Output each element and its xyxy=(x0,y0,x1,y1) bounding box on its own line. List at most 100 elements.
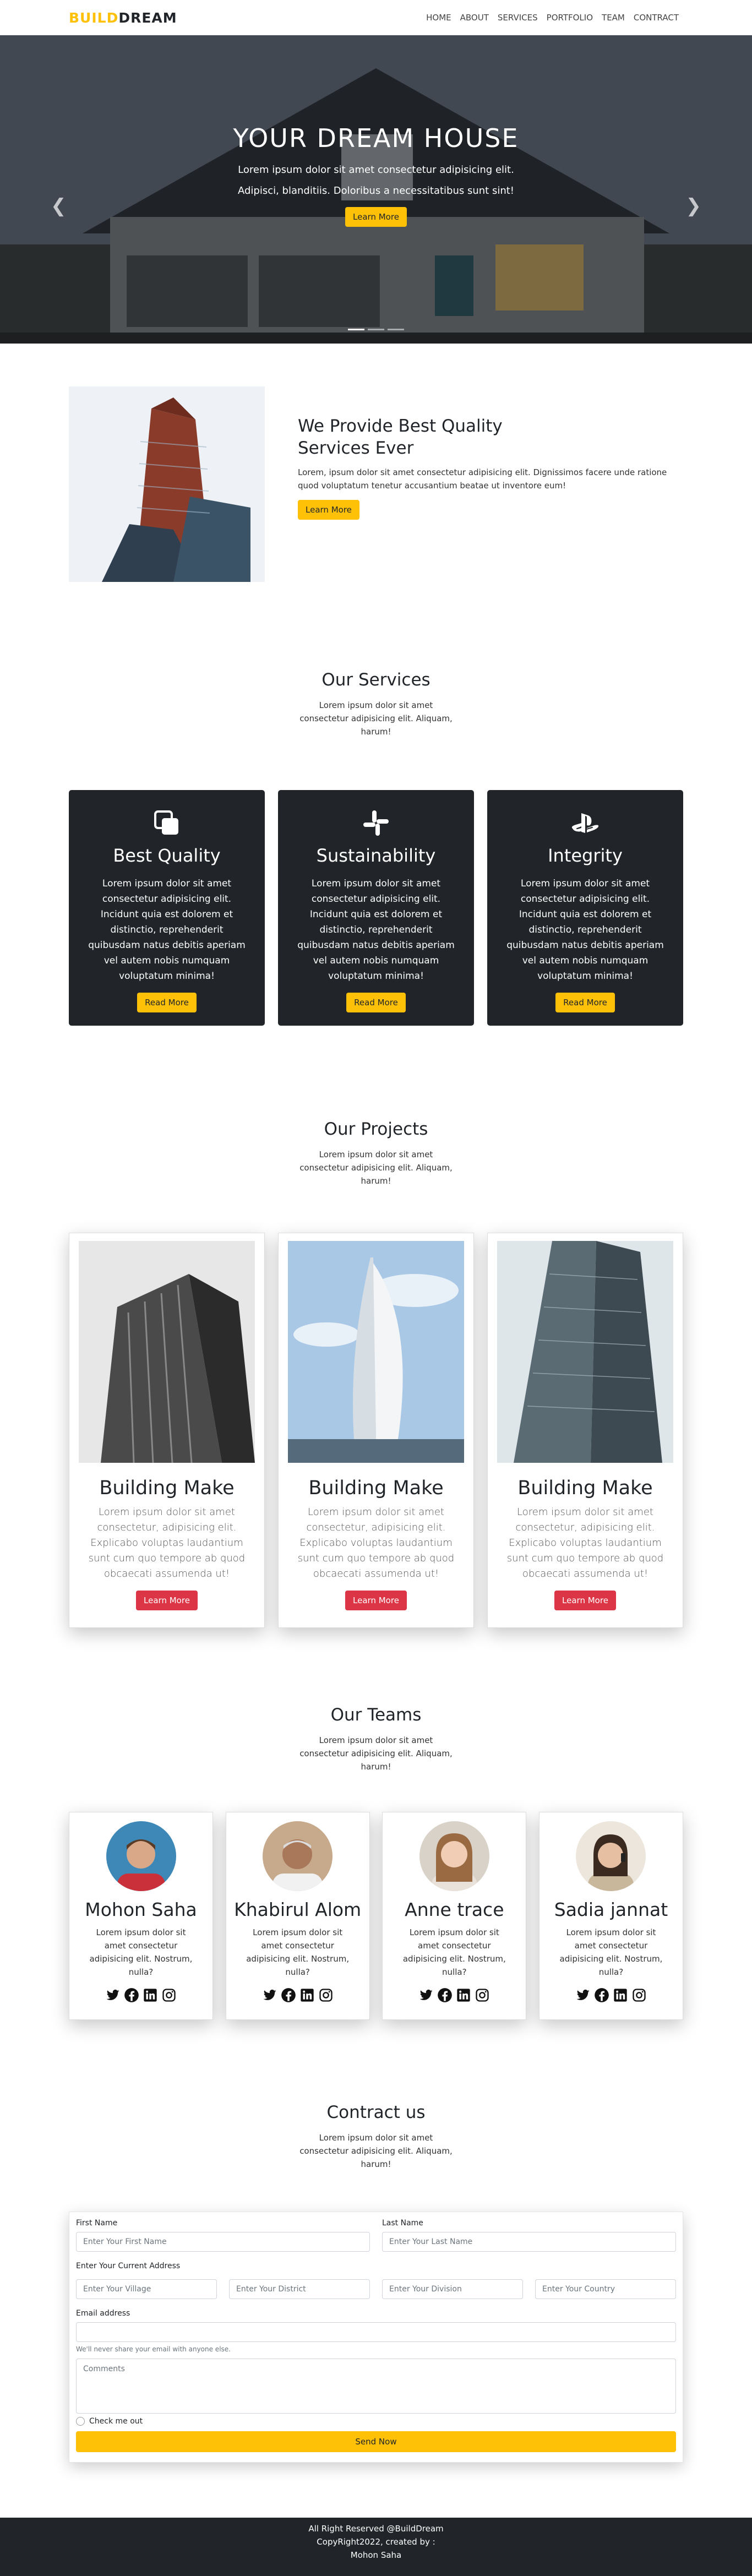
carousel-indicator-1[interactable] xyxy=(348,329,364,330)
project-text: Lorem ipsum dolor sit amet consectetur, … xyxy=(297,1506,455,1580)
nav-team[interactable]: TEAM xyxy=(597,13,629,23)
email-label: Email address xyxy=(76,2309,130,2318)
service-title: Best Quality xyxy=(113,845,221,866)
service-title: Sustainability xyxy=(316,845,436,866)
avatar xyxy=(263,1821,333,1891)
team-member-text: Lorem ipsum dolor sit amet consectetur a… xyxy=(402,1927,506,1977)
footer-line1: All Right Reserved @BuildDream xyxy=(308,2524,444,2534)
linkedin-icon[interactable] xyxy=(143,1987,158,2003)
team-member-name: Sadia jannat xyxy=(554,1899,668,1920)
contact-section: Contract us Lorem ipsum dolor sit amet c… xyxy=(0,2020,752,2463)
division-input[interactable]: Enter Your Division xyxy=(382,2279,523,2299)
team-member-text: Lorem ipsum dolor sit amet consectetur a… xyxy=(559,1927,663,1977)
hero-learn-more-button[interactable]: Learn More xyxy=(345,207,407,227)
twitter-icon[interactable] xyxy=(418,1987,434,2003)
brand-part2: DREAM xyxy=(118,9,177,26)
team-member-name: Mohon Saha xyxy=(85,1899,197,1920)
village-input[interactable]: Enter Your Village xyxy=(76,2279,217,2299)
service-read-more-button[interactable]: Read More xyxy=(555,993,615,1012)
twitter-icon[interactable] xyxy=(105,1987,121,2003)
services-title: Our Services xyxy=(321,670,431,690)
check-me-out[interactable]: Check me out xyxy=(76,2417,676,2426)
instagram-icon[interactable] xyxy=(318,1987,334,2003)
avatar xyxy=(419,1821,489,1891)
slack-icon xyxy=(363,810,389,836)
comments-textarea[interactable]: Comments xyxy=(76,2359,676,2414)
about-learn-more-button[interactable]: Learn More xyxy=(298,500,359,520)
email-help-text: We'll never share your email with anyone… xyxy=(76,2345,231,2353)
checkbox[interactable] xyxy=(76,2417,85,2426)
service-title: Integrity xyxy=(548,845,623,866)
team-member-name: Anne trace xyxy=(405,1899,504,1920)
first-name-label: First Name xyxy=(76,2219,118,2228)
service-card: Sustainability Lorem ipsum dolor sit ame… xyxy=(278,790,474,1026)
services-subtitle: Lorem ipsum dolor sit amet consectetur a… xyxy=(299,700,453,737)
address-label: Enter Your Current Address xyxy=(76,2262,181,2270)
project-card: Building Make Lorem ipsum dolor sit amet… xyxy=(69,1233,265,1628)
footer-line2: CopyRight2022, created by : xyxy=(317,2537,435,2547)
carousel-indicator-2[interactable] xyxy=(368,329,384,330)
team-card: Khabirul Alom Lorem ipsum dolor sit amet… xyxy=(225,1812,370,2020)
facebook-icon[interactable] xyxy=(124,1987,139,2003)
service-read-more-button[interactable]: Read More xyxy=(346,993,406,1012)
instagram-icon[interactable] xyxy=(631,1987,647,2003)
email-input[interactable] xyxy=(76,2322,676,2342)
service-card: Best Quality Lorem ipsum dolor sit amet … xyxy=(69,790,265,1026)
linkedin-icon[interactable] xyxy=(456,1987,471,2003)
brand-logo[interactable]: BUILDDREAM xyxy=(69,10,177,26)
project-title: Building Make xyxy=(308,1477,444,1499)
team-member-name: Khabirul Alom xyxy=(234,1899,362,1920)
instagram-icon[interactable] xyxy=(475,1987,490,2003)
footer-line3: Mohon Saha xyxy=(350,2550,402,2560)
first-name-input[interactable]: Enter Your First Name xyxy=(76,2232,370,2252)
send-now-button[interactable]: Send Now xyxy=(76,2431,676,2452)
project-image xyxy=(79,1241,255,1463)
facebook-icon[interactable] xyxy=(437,1987,453,2003)
project-title: Building Make xyxy=(517,1477,653,1499)
projects-subtitle: Lorem ipsum dolor sit amet consectetur a… xyxy=(299,1150,453,1186)
nav-about[interactable]: ABOUT xyxy=(456,13,493,23)
about-text: Lorem, ipsum dolor sit amet consectetur … xyxy=(298,467,667,491)
hero-carousel: ❮ ❯ YOUR DREAM HOUSE Lorem ipsum dolor s… xyxy=(0,35,752,344)
footer: All Right Reserved @BuildDream CopyRight… xyxy=(0,2518,752,2576)
instagram-icon[interactable] xyxy=(161,1987,177,2003)
service-text: Lorem ipsum dolor sit amet consectetur a… xyxy=(297,878,455,982)
twitter-icon[interactable] xyxy=(575,1987,591,2003)
team-card: Sadia jannat Lorem ipsum dolor sit amet … xyxy=(538,1812,683,2020)
about-title: We Provide Best Quality Services Ever xyxy=(298,416,503,458)
contact-form: First Name Enter Your First Name Last Na… xyxy=(69,2212,683,2463)
about-building-image xyxy=(69,386,265,582)
team-card: Mohon Saha Lorem ipsum dolor sit amet co… xyxy=(69,1812,213,2020)
service-read-more-button[interactable]: Read More xyxy=(137,993,197,1012)
nav-services[interactable]: SERVICES xyxy=(493,13,542,23)
project-learn-more-button[interactable]: Learn More xyxy=(136,1591,198,1610)
avatar xyxy=(576,1821,646,1891)
contact-subtitle: Lorem ipsum dolor sit amet consectetur a… xyxy=(299,2133,453,2169)
twitter-icon[interactable] xyxy=(262,1987,277,2003)
teams-title: Our Teams xyxy=(330,1705,422,1725)
team-card: Anne trace Lorem ipsum dolor sit amet co… xyxy=(382,1812,527,2020)
nav-home[interactable]: HOME xyxy=(422,13,456,23)
carousel-indicator-3[interactable] xyxy=(388,329,404,330)
last-name-input[interactable]: Enter Your Last Name xyxy=(382,2232,676,2252)
project-learn-more-button[interactable]: Learn More xyxy=(345,1591,407,1610)
last-name-label: Last Name xyxy=(382,2219,423,2228)
teams-section: Our Teams Lorem ipsum dolor sit amet con… xyxy=(0,1628,752,2020)
project-learn-more-button[interactable]: Learn More xyxy=(554,1591,616,1610)
facebook-icon[interactable] xyxy=(594,1987,609,2003)
hero-title: YOUR DREAM HOUSE xyxy=(233,123,519,153)
linkedin-icon[interactable] xyxy=(299,1987,315,2003)
linkedin-icon[interactable] xyxy=(613,1987,628,2003)
contact-title: Contract us xyxy=(326,2103,426,2122)
district-input[interactable]: Enter Your District xyxy=(229,2279,370,2299)
brand-part1: BUILD xyxy=(69,9,119,26)
projects-section: Our Projects Lorem ipsum dolor sit amet … xyxy=(0,1026,752,1628)
project-title: Building Make xyxy=(99,1477,235,1499)
services-section: Our Services Lorem ipsum dolor sit amet … xyxy=(0,582,752,1026)
facebook-icon[interactable] xyxy=(281,1987,296,2003)
team-member-text: Lorem ipsum dolor sit amet consectetur a… xyxy=(89,1927,193,1977)
nav-contract[interactable]: CONTRACT xyxy=(629,13,683,23)
project-image xyxy=(497,1241,673,1463)
nav-portfolio[interactable]: PORTFOLIO xyxy=(542,13,597,23)
country-input[interactable]: Enter Your Country xyxy=(535,2279,676,2299)
